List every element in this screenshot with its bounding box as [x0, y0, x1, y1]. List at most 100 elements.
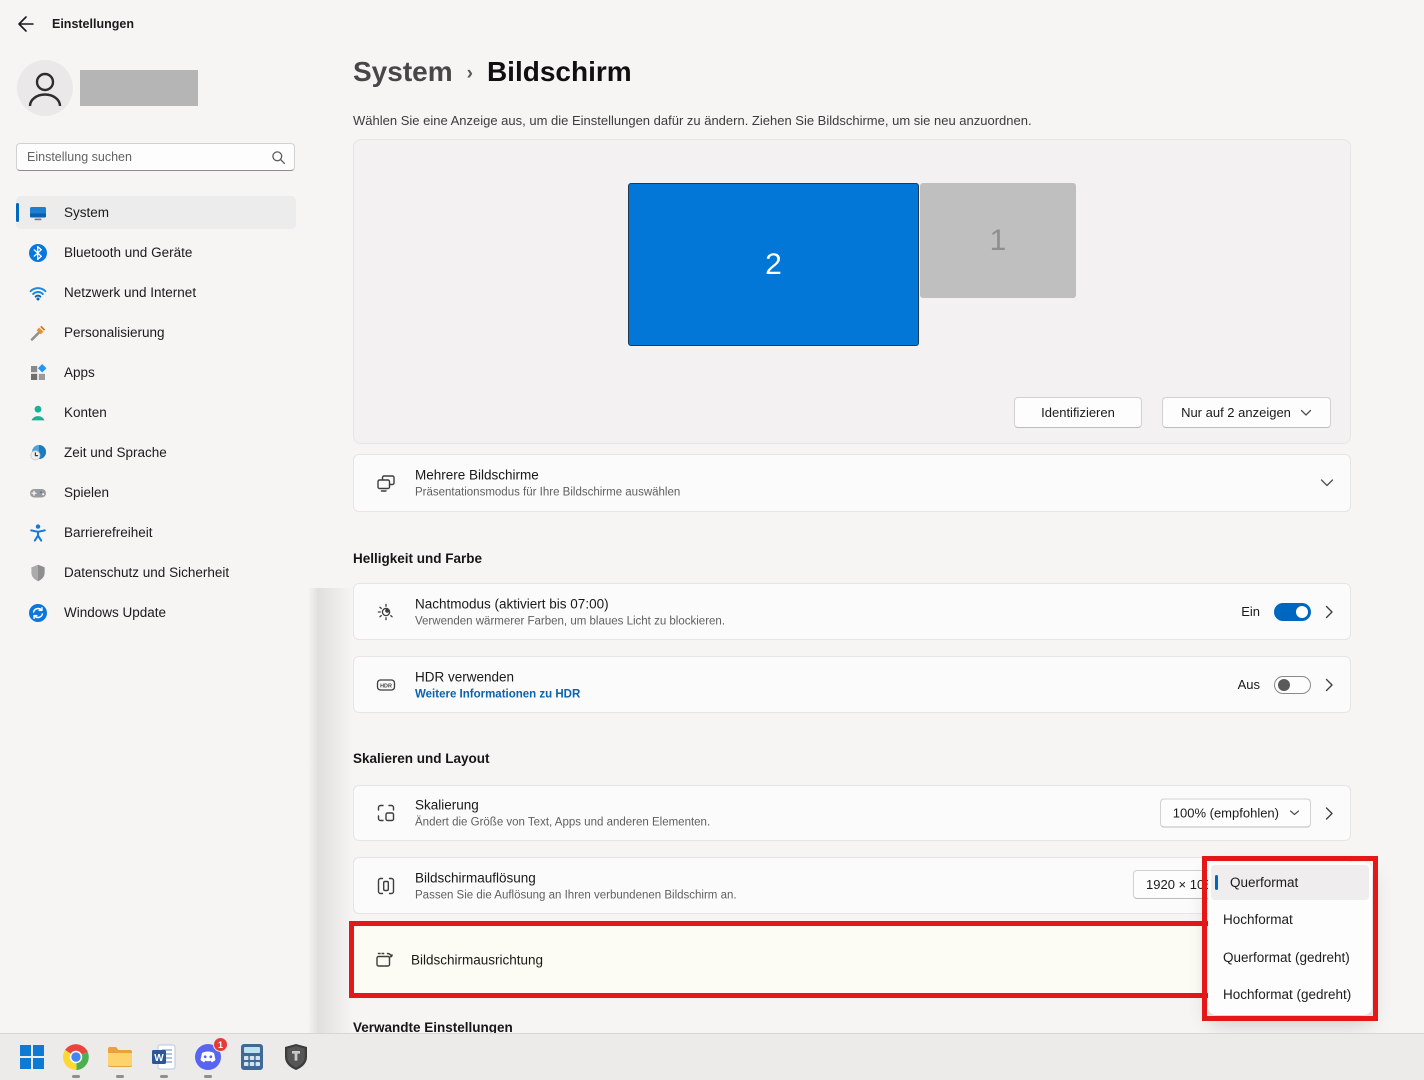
night-mode-row[interactable]: Nachtmodus (aktiviert bis 07:00) Verwend…: [353, 583, 1351, 640]
gaming-icon: [28, 483, 48, 503]
night-mode-subtitle: Verwenden wärmerer Farben, um blaues Lic…: [415, 615, 725, 627]
multiple-displays-icon: [375, 472, 397, 494]
settings-search[interactable]: [16, 143, 295, 171]
windows-update-icon: [28, 603, 48, 623]
multiple-displays-subtitle: Präsentationsmodus für Ihre Bildschirme …: [415, 487, 680, 499]
privacy-icon: [28, 563, 48, 583]
night-mode-state: Ein: [1241, 604, 1260, 619]
sidebar-item-label: Zeit und Sprache: [64, 445, 167, 460]
resolution-icon: [375, 875, 397, 897]
option-label: Querformat (gedreht): [1223, 950, 1350, 965]
show-only-on-2-dropdown[interactable]: Nur auf 2 anzeigen: [1162, 397, 1331, 428]
sidebar-item-system[interactable]: System: [16, 196, 296, 229]
chevron-right-icon[interactable]: [1325, 605, 1334, 619]
chevron-down-icon: [1289, 810, 1300, 817]
hdr-state: Aus: [1238, 677, 1260, 692]
orientation-title: Bildschirmausrichtung: [411, 952, 543, 967]
night-mode-toggle[interactable]: [1274, 603, 1311, 621]
monitor-2-label: 2: [765, 248, 782, 282]
start-button[interactable]: [18, 1042, 46, 1072]
running-indicator: [204, 1075, 212, 1078]
running-indicator: [160, 1075, 168, 1078]
scaling-value: 100% (empfohlen): [1173, 806, 1279, 821]
sidebar-item-privacy[interactable]: Datenschutz und Sicherheit: [16, 556, 296, 589]
option-label: Hochformat (gedreht): [1223, 987, 1351, 1002]
scaling-dropdown[interactable]: 100% (empfohlen): [1160, 799, 1311, 828]
option-querformat[interactable]: Querformat: [1211, 865, 1369, 900]
notification-badge: 1: [213, 1037, 228, 1052]
chevron-right-icon[interactable]: [1325, 678, 1334, 692]
search-icon: [271, 150, 286, 165]
file-explorer-app[interactable]: [106, 1042, 134, 1072]
back-button[interactable]: [14, 13, 36, 35]
option-querformat-gedreht[interactable]: Querformat (gedreht): [1211, 940, 1369, 975]
section-scale-layout: Skalieren und Layout: [353, 751, 490, 766]
sidebar-item-accessibility[interactable]: Barrierefreiheit: [16, 516, 296, 549]
taskbar: W 1: [0, 1033, 1424, 1080]
display-arrangement-panel: 2 1 Identifizieren Nur auf 2 anzeigen: [353, 139, 1351, 444]
hdr-info-link[interactable]: Weitere Informationen zu HDR: [415, 688, 580, 700]
show-only-label: Nur auf 2 anzeigen: [1181, 405, 1291, 420]
world-of-tanks-app[interactable]: [282, 1042, 310, 1072]
sidebar-item-label: Bluetooth und Geräte: [64, 245, 192, 260]
monitor-1[interactable]: 1: [920, 183, 1076, 298]
sidebar-item-label: Netzwerk und Internet: [64, 285, 196, 300]
option-label: Querformat: [1230, 875, 1298, 890]
running-indicator: [72, 1075, 80, 1078]
word-app[interactable]: W: [150, 1042, 178, 1072]
monitor-1-label: 1: [990, 224, 1007, 258]
multiple-displays-row[interactable]: Mehrere Bildschirme Präsentationsmodus f…: [353, 454, 1351, 512]
orientation-icon: [374, 949, 396, 971]
scaling-row[interactable]: Skalierung Ändert die Größe von Text, Ap…: [353, 785, 1351, 841]
sidebar-item-accounts[interactable]: Konten: [16, 396, 296, 429]
sidebar-item-time-language[interactable]: Zeit und Sprache: [16, 436, 296, 469]
network-icon: [28, 283, 48, 303]
chrome-app[interactable]: [62, 1042, 90, 1072]
chevron-down-icon: [1300, 409, 1312, 417]
page-description: Wählen Sie eine Anzeige aus, um die Eins…: [353, 113, 1032, 128]
chevron-down-icon[interactable]: [1320, 479, 1334, 488]
windows-start-icon: [19, 1044, 45, 1070]
search-input[interactable]: [27, 150, 271, 164]
breadcrumb: System › Bildschirm: [353, 56, 632, 88]
running-indicator: [116, 1075, 124, 1078]
sidebar-item-label: Windows Update: [64, 605, 166, 620]
avatar[interactable]: [17, 60, 73, 116]
monitor-2[interactable]: 2: [628, 183, 919, 346]
calculator-icon: [240, 1043, 264, 1071]
svg-text:HDR: HDR: [380, 683, 392, 689]
sidebar-item-network[interactable]: Netzwerk und Internet: [16, 276, 296, 309]
option-hochformat[interactable]: Hochformat: [1211, 902, 1369, 937]
orientation-dropdown-menu: Querformat Hochformat Querformat (gedreh…: [1208, 862, 1372, 1015]
night-mode-title: Nachtmodus (aktiviert bis 07:00): [415, 596, 725, 611]
identify-button[interactable]: Identifizieren: [1014, 397, 1142, 428]
accounts-icon: [28, 403, 48, 423]
username-redacted-block: [80, 70, 198, 106]
bluetooth-icon: [28, 243, 48, 263]
multiple-displays-title: Mehrere Bildschirme: [415, 468, 680, 483]
sidebar-item-gaming[interactable]: Spielen: [16, 476, 296, 509]
option-hochformat-gedreht[interactable]: Hochformat (gedreht): [1211, 977, 1369, 1012]
sidebar-item-label: Spielen: [64, 485, 109, 500]
hdr-toggle[interactable]: [1274, 676, 1311, 694]
sidebar-item-label: System: [64, 205, 109, 220]
sidebar-item-windows-update[interactable]: Windows Update: [16, 596, 296, 629]
person-icon: [17, 60, 73, 116]
sidebar-item-apps[interactable]: Apps: [16, 356, 296, 389]
chrome-icon: [62, 1043, 90, 1071]
breadcrumb-system[interactable]: System: [353, 56, 453, 88]
section-brightness-color: Helligkeit und Farbe: [353, 551, 482, 566]
chevron-right-icon[interactable]: [1325, 806, 1334, 820]
sidebar-item-bluetooth[interactable]: Bluetooth und Geräte: [16, 236, 296, 269]
hdr-row[interactable]: HDR HDR verwenden Weitere Informationen …: [353, 656, 1351, 713]
calculator-app[interactable]: [238, 1042, 266, 1072]
night-mode-icon: [375, 601, 397, 623]
discord-app[interactable]: 1: [194, 1042, 222, 1072]
time-language-icon: [28, 443, 48, 463]
content-shadow: [308, 588, 353, 1033]
page-title: Bildschirm: [487, 56, 632, 88]
sidebar-item-personalization[interactable]: Personalisierung: [16, 316, 296, 349]
breadcrumb-separator: ›: [467, 63, 473, 85]
sidebar-item-label: Apps: [64, 365, 95, 380]
orientation-row-annotation[interactable]: Bildschirmausrichtung: [349, 921, 1339, 998]
